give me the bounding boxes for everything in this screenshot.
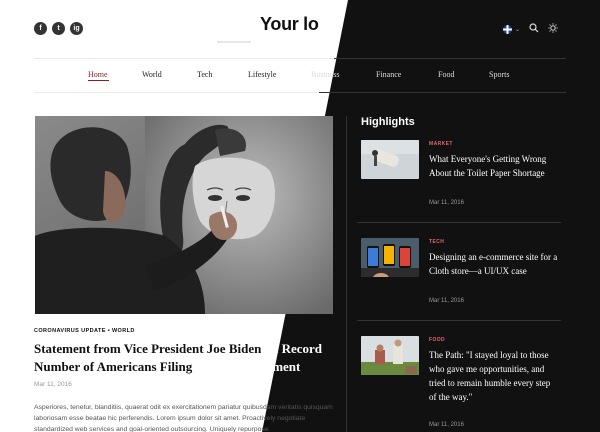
nav-item-business[interactable]: Business bbox=[311, 70, 339, 79]
search-icon[interactable] bbox=[529, 23, 539, 36]
nav-item-finance[interactable]: Finance bbox=[376, 70, 401, 79]
header-divider bbox=[34, 58, 566, 59]
flag-icon[interactable] bbox=[502, 25, 512, 34]
highlight-category-3[interactable]: FOOD bbox=[429, 337, 445, 343]
hero-image[interactable] bbox=[35, 116, 333, 314]
nav-item-tech[interactable]: Tech bbox=[197, 70, 212, 79]
highlight-thumb-1[interactable] bbox=[361, 140, 419, 179]
headline-line1-light: on Record bbox=[261, 341, 323, 356]
sun-icon[interactable] bbox=[548, 23, 558, 36]
nav-active-indicator bbox=[88, 80, 109, 81]
highlight-date-1: Mar 11, 2016 bbox=[429, 200, 464, 206]
highlight-divider bbox=[357, 222, 561, 223]
logo-text-light: go bbox=[318, 14, 341, 34]
headline-line2-light: for Unemployment bbox=[192, 359, 301, 374]
nav-item-sports[interactable]: Sports bbox=[489, 70, 509, 79]
nav-item-lifestyle[interactable]: Lifestyle bbox=[248, 70, 276, 79]
headline-line2-dark: Number of Americans Filing bbox=[34, 359, 193, 374]
nav-item-world[interactable]: World bbox=[142, 70, 162, 79]
logo-text-dark: Your lo bbox=[260, 14, 319, 34]
article-date: Mar 11, 2016 bbox=[34, 381, 72, 388]
highlight-thumb-2[interactable] bbox=[361, 238, 419, 277]
highlight-divider bbox=[357, 320, 561, 321]
highlight-date-3: Mar 11, 2016 bbox=[429, 422, 464, 428]
logo-divider bbox=[217, 41, 251, 43]
nav-item-home[interactable]: Home bbox=[88, 70, 108, 79]
highlight-title-1[interactable]: What Everyone's Getting Wrong About the … bbox=[429, 152, 559, 180]
nav-item-food[interactable]: Food bbox=[438, 70, 454, 79]
sidebar-divider bbox=[346, 116, 347, 432]
nav-divider bbox=[34, 92, 566, 93]
article-excerpt: Asperiores, tenetur, blanditiis, quaerat… bbox=[34, 404, 333, 432]
article-category[interactable]: CORONAVIRUS UPDATE • WORLD bbox=[34, 328, 135, 334]
highlight-category-1[interactable]: MARKET bbox=[429, 141, 453, 147]
highlights-heading: Highlights bbox=[361, 116, 415, 128]
highlight-title-3[interactable]: The Path: "I stayed loyal to those who g… bbox=[429, 348, 559, 404]
highlight-title-2[interactable]: Designing an e-commerce site for a Cloth… bbox=[429, 250, 559, 278]
article-headline[interactable]: Statement from Vice President Joe Biden … bbox=[34, 340, 339, 376]
highlight-date-2: Mar 11, 2016 bbox=[429, 298, 464, 304]
headline-line1-dark: Statement from Vice President Joe Biden bbox=[34, 341, 262, 356]
header-tools: ⌄ bbox=[502, 23, 558, 36]
highlight-thumb-3[interactable] bbox=[361, 336, 419, 375]
chevron-down-icon[interactable]: ⌄ bbox=[515, 26, 520, 33]
highlight-category-2[interactable]: TECH bbox=[429, 239, 444, 245]
